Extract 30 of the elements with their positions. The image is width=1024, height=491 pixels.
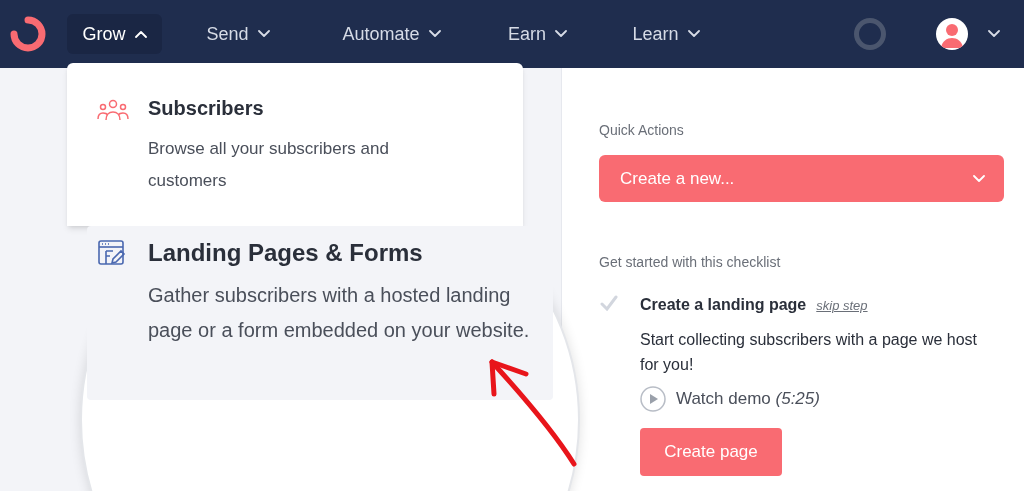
watch-demo-link[interactable]: Watch demo (5:25): [676, 386, 820, 412]
nav-menu-item[interactable]: Earn: [485, 14, 590, 54]
menu-item-title: Landing Pages & Forms: [148, 238, 424, 268]
menu-item-description: Gather subscribers with a hosted landing page or a form embedded on your website.: [148, 283, 531, 343]
nav-menu-item[interactable]: Learn: [606, 14, 726, 54]
nav-menu-item[interactable]: Grow: [67, 14, 162, 54]
people-icon: [97, 98, 129, 122]
nav-menu-item[interactable]: Send: [178, 14, 298, 54]
form-edit-icon: [98, 240, 126, 266]
section-heading: Quick Actions: [599, 121, 685, 140]
nav-menu-item[interactable]: Automate: [314, 14, 469, 54]
loading-ring-icon: [854, 18, 886, 50]
chevron-icon: [428, 30, 441, 38]
menu-item-title: Subscribers: [148, 96, 265, 121]
logo-icon[interactable]: [8, 14, 48, 54]
chevron-icon: [687, 30, 700, 38]
checklist-item-title: Create a landing page: [640, 295, 807, 315]
chevron-icon: [555, 30, 567, 38]
chevron-icon: [134, 30, 147, 38]
account-chevron-icon: [988, 30, 1000, 38]
play-icon[interactable]: [640, 386, 666, 412]
skip-step-link[interactable]: skip step: [816, 296, 868, 316]
menu-item[interactable]: Subscribers Browse all your subscribers and customers: [67, 63, 523, 225]
checklist-item-description: Start collecting subscribers with a page we host for you!: [640, 330, 979, 375]
menu-item-description: Browse all your subscribers and customers: [148, 138, 390, 192]
avatar-icon[interactable]: [936, 18, 968, 50]
chevron-icon: [257, 30, 270, 38]
chevron-icon: [973, 174, 985, 183]
section-heading: Get started with this checklist: [599, 253, 782, 272]
menu-item[interactable]: Landing Pages & Forms Gather subscribers with a hosted landing page or a form embedded on your website.: [87, 226, 553, 400]
